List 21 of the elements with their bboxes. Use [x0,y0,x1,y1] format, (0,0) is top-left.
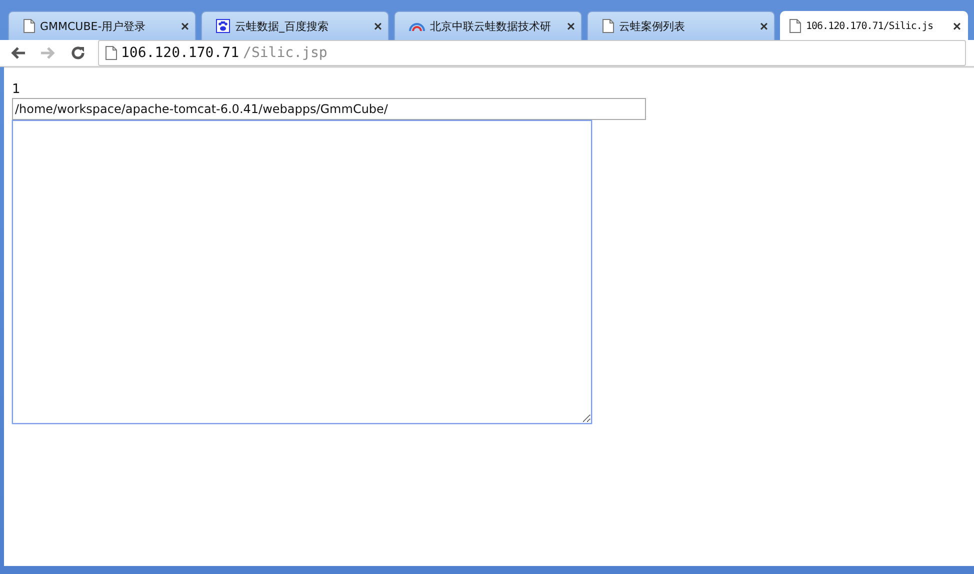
arc-logo-icon [409,21,425,31]
browser-tab[interactable]: 云蛙数据_百度搜索 × [201,11,389,40]
page-icon [789,19,801,33]
close-tab-button[interactable]: × [374,19,382,33]
url-path: /Silic.jsp [243,45,328,61]
paw-icon [216,19,230,33]
url-host: 106.120.170.71 [121,45,240,61]
browser-tab[interactable]: GMMCUBE-用户登录 × [8,11,196,40]
address-bar[interactable]: 106.120.170.71 /Silic.jsp [98,40,966,66]
browser-tab[interactable]: 云蛙案例列表 × [587,11,775,40]
page-icon [105,46,117,60]
close-tab-button[interactable]: × [760,19,768,33]
page-icon [602,19,614,33]
close-tab-button[interactable]: × [566,19,575,33]
output-text: 1 [12,82,20,98]
close-tab-button[interactable]: × [180,19,189,33]
page-icon [23,19,35,33]
browser-tab[interactable]: 106.120.170.71/Silic.js × [780,11,968,40]
close-tab-button[interactable]: × [952,19,961,33]
browser-tab[interactable]: 北京中联云蛙数据技术研 × [394,11,582,40]
path-field[interactable]: /home/workspace/apache-tomcat-6.0.41/webapps/GmmCube/ [12,98,646,120]
